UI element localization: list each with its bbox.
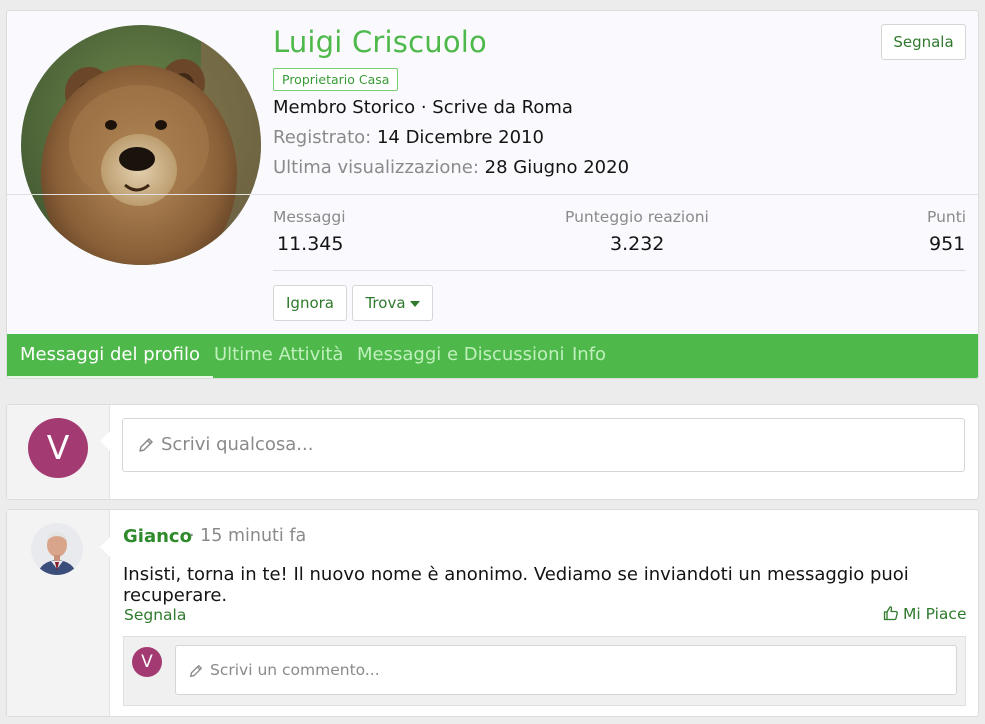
status-input[interactable]: Scrivi qualcosa...	[122, 418, 965, 472]
registered-line: Registrato: 14 Dicembre 2010	[273, 127, 544, 148]
comment-area: V Scrivi un commento...	[123, 636, 966, 706]
post-author-link[interactable]: Gianco	[123, 526, 192, 547]
bear-avatar-image	[21, 25, 261, 265]
profile-card: Luigi Criscuolo Proprietario Casa Membro…	[6, 10, 979, 379]
registered-date: 14 Dicembre 2010	[376, 127, 544, 148]
member-title: Membro Storico · Scrive da Roma	[273, 97, 573, 118]
last-seen-date: 28 Giugno 2020	[484, 157, 630, 178]
like-button[interactable]: Mi Piace	[883, 605, 966, 623]
stat-points-label: Punti	[927, 208, 967, 226]
stat-reactions-value[interactable]: 3.232	[610, 233, 664, 255]
tab-posts-threads[interactable]: Messaggi e Discussioni	[357, 334, 564, 378]
post-body: Insisti, torna in te! Il nuovo nome è an…	[123, 564, 909, 606]
user-avatar[interactable]: V	[28, 418, 88, 478]
stat-reactions-label: Punteggio reazioni	[565, 208, 709, 226]
ignore-button[interactable]: Ignora	[273, 285, 347, 321]
thumbs-up-icon	[883, 606, 898, 621]
pencil-icon	[139, 438, 153, 452]
find-button[interactable]: Trova	[352, 285, 433, 321]
profile-post: Gianco · 15 minuti fa Insisti, torna in …	[6, 509, 979, 717]
divider	[7, 194, 978, 195]
commenter-avatar[interactable]: V	[132, 647, 162, 677]
stat-points-value[interactable]: 951	[929, 233, 965, 255]
post-report-link[interactable]: Segnala	[124, 606, 186, 624]
profile-tabs: Messaggi del profilo Ultime Attività Mes…	[7, 334, 978, 378]
comment-placeholder: Scrivi un commento...	[210, 661, 380, 679]
post-time[interactable]: · 15 minuti fa	[189, 526, 306, 546]
report-button[interactable]: Segnala	[881, 24, 966, 60]
gutter-arrow	[100, 536, 111, 558]
profile-name: Luigi Criscuolo	[273, 25, 487, 59]
last-seen-line: Ultima visualizzazione: 28 Giugno 2020	[273, 157, 629, 178]
tab-profile-posts[interactable]: Messaggi del profilo	[7, 334, 213, 378]
like-label: Mi Piace	[903, 605, 967, 623]
stat-messages-value[interactable]: 11.345	[277, 233, 343, 255]
stat-messages-label: Messaggi	[273, 208, 346, 226]
last-seen-label: Ultima visualizzazione:	[273, 157, 479, 178]
find-button-label: Trova	[365, 294, 406, 312]
tab-info[interactable]: Info	[572, 334, 606, 378]
registered-label: Registrato:	[273, 127, 372, 148]
status-placeholder: Scrivi qualcosa...	[161, 434, 314, 455]
tab-latest-activity[interactable]: Ultime Attività	[214, 334, 343, 378]
status-composer: V Scrivi qualcosa...	[6, 404, 979, 500]
pencil-icon	[190, 664, 202, 677]
author-avatar[interactable]	[31, 523, 83, 575]
gutter-arrow	[100, 430, 111, 452]
author-photo-image	[31, 523, 83, 575]
profile-avatar[interactable]	[21, 25, 261, 265]
caret-down-icon	[409, 300, 420, 307]
role-badge: Proprietario Casa	[273, 68, 399, 91]
divider	[273, 270, 966, 271]
comment-input[interactable]: Scrivi un commento...	[175, 645, 957, 695]
